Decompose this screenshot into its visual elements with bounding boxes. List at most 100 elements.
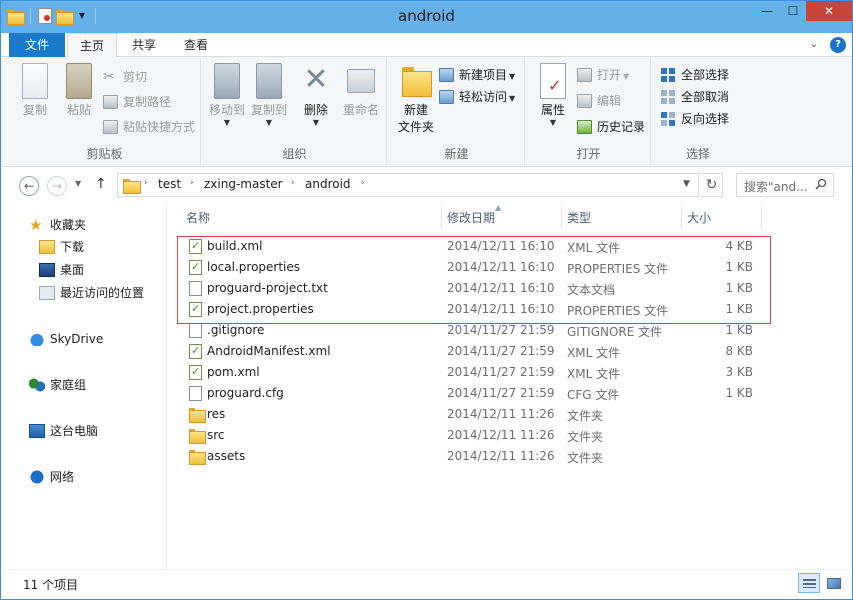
column-divider[interactable] xyxy=(761,205,762,229)
column-header-size[interactable]: 大小 xyxy=(687,209,711,226)
rename-icon xyxy=(347,69,375,93)
nav-item-this-pc[interactable]: 这台电脑 xyxy=(29,421,98,441)
folder-icon xyxy=(189,428,206,444)
breadcrumb-android[interactable]: android xyxy=(305,177,351,191)
tab-file[interactable]: 文件 xyxy=(9,33,65,57)
address-history-chevron-icon[interactable]: ▼ xyxy=(683,179,690,189)
file-type: XML 文件 xyxy=(567,346,621,360)
select-none-button[interactable]: 全部取消 xyxy=(661,87,729,107)
breadcrumb-zxing-master[interactable]: zxing-master xyxy=(204,177,283,191)
history-button[interactable]: 历史记录 xyxy=(577,117,645,137)
table-row[interactable]: pom.xml 2014/11/27 21:59 XML 文件 3 KB xyxy=(177,362,767,383)
column-header-name[interactable]: 名称 xyxy=(186,209,210,226)
tab-view[interactable]: 查看 xyxy=(173,33,219,57)
delete-button[interactable]: ✕ 删除 ▼ xyxy=(299,63,333,128)
group-label-select: 选择 xyxy=(685,147,710,161)
file-date: 2014/11/27 21:59 xyxy=(447,344,555,358)
recent-locations-chevron-icon[interactable]: ▼ xyxy=(75,179,81,188)
paste-shortcut-icon xyxy=(103,120,118,134)
file-size: 3 KB xyxy=(725,365,753,379)
up-arrow-icon[interactable]: ↑ xyxy=(95,176,107,192)
file-list: 名称 ▲ 修改日期 类型 大小 build.xml2014/12/11 16:1… xyxy=(177,203,852,569)
nav-item-skydrive[interactable]: SkyDrive xyxy=(29,329,103,349)
refresh-button[interactable]: ↻ xyxy=(701,173,723,197)
forward-button[interactable]: → xyxy=(47,176,67,196)
maximize-button[interactable]: ☐ xyxy=(780,1,806,21)
file-type: 文件夹 xyxy=(567,430,604,444)
search-box[interactable]: 搜索"and... xyxy=(736,173,834,197)
new-folder-button[interactable]: 新建 文件夹 xyxy=(393,63,439,135)
breadcrumb-chevron-icon[interactable]: › xyxy=(291,178,295,188)
details-view-button[interactable] xyxy=(798,573,820,593)
nav-item-network[interactable]: 网络 xyxy=(29,467,74,487)
address-bar[interactable]: › test › zxing-master › android › xyxy=(117,173,699,197)
column-header-type[interactable]: 类型 xyxy=(567,209,591,226)
open-button[interactable]: 打开 ▼ xyxy=(577,65,629,85)
nav-item-favorites[interactable]: ★ 收藏夹 xyxy=(29,215,86,235)
column-divider[interactable] xyxy=(441,205,442,229)
back-button[interactable]: ← xyxy=(19,176,39,196)
tab-home[interactable]: 主页 xyxy=(67,33,117,58)
table-row[interactable]: AndroidManifest.xml 2014/11/27 21:59 XML 文… xyxy=(177,341,767,362)
title-bar[interactable]: ▼ android — ☐ ✕ xyxy=(1,1,852,33)
edit-button[interactable]: 编辑 xyxy=(577,91,621,111)
group-select: 全部选择 全部取消 反向选择 选择 xyxy=(653,59,743,165)
copy-path-icon xyxy=(103,95,118,109)
close-button[interactable]: ✕ xyxy=(806,1,852,21)
copy-to-icon xyxy=(256,63,282,99)
table-row[interactable]: res 2014/12/11 11:26 文件夹 xyxy=(177,404,767,425)
xml-file-icon xyxy=(189,344,202,359)
paste-button[interactable]: 粘贴 xyxy=(59,63,99,118)
copy-button[interactable]: 复制 xyxy=(15,63,55,118)
file-name: src xyxy=(207,428,225,442)
properties-button[interactable]: 属性 ▼ xyxy=(533,63,573,127)
minimize-button[interactable]: — xyxy=(754,1,780,21)
paste-label: 粘贴 xyxy=(66,103,91,117)
copy-path-button[interactable]: 复制路径 xyxy=(103,92,171,112)
table-row[interactable]: src 2014/12/11 11:26 文件夹 xyxy=(177,425,767,446)
column-divider[interactable] xyxy=(561,205,562,229)
tab-share[interactable]: 共享 xyxy=(121,33,167,57)
move-to-button[interactable]: 移动到 ▼ xyxy=(207,63,247,127)
sort-arrow-icon: ▲ xyxy=(495,203,502,212)
table-row[interactable]: assets 2014/12/11 11:26 文件夹 xyxy=(177,446,767,467)
nav-item-downloads[interactable]: 下载 xyxy=(39,237,84,257)
nav-item-recent[interactable]: 最近访问的位置 xyxy=(39,283,144,303)
new-item-button[interactable]: 新建项目 ▼ xyxy=(439,65,515,85)
delete-label: 删除 xyxy=(303,103,328,117)
xml-file-icon xyxy=(189,365,202,380)
large-icons-view-button[interactable] xyxy=(822,573,844,593)
table-row[interactable]: proguard.cfg 2014/11/27 21:59 CFG 文件 1 KB xyxy=(177,383,767,404)
copy-icon xyxy=(22,63,48,99)
nav-item-desktop[interactable]: 桌面 xyxy=(39,260,84,280)
column-divider[interactable] xyxy=(681,205,682,229)
breadcrumb-chevron-icon[interactable]: › xyxy=(190,178,194,188)
copy-to-button[interactable]: 复制到 ▼ xyxy=(249,63,289,127)
breadcrumb-chevron-icon[interactable]: › xyxy=(361,178,365,188)
file-name: assets xyxy=(207,449,246,463)
file-date: 2014/12/11 11:26 xyxy=(447,428,555,442)
file-date: 2014/11/27 21:59 xyxy=(447,323,555,337)
group-new: 新建 文件夹 新建项目 ▼ 轻松访问 ▼ 新建 xyxy=(389,59,525,165)
invert-selection-button[interactable]: 反向选择 xyxy=(661,109,729,129)
easy-access-button[interactable]: 轻松访问 ▼ xyxy=(439,87,515,107)
select-all-button[interactable]: 全部选择 xyxy=(661,65,729,85)
details-view-icon xyxy=(803,579,816,588)
column-header-date[interactable]: 修改日期 xyxy=(447,209,495,226)
breadcrumb-test[interactable]: test xyxy=(158,177,181,191)
help-icon[interactable]: ? xyxy=(830,37,846,53)
expand-ribbon-icon[interactable]: ⌄ xyxy=(806,37,822,53)
invert-selection-icon xyxy=(661,112,676,126)
paste-shortcut-button[interactable]: 粘贴快捷方式 xyxy=(103,117,195,137)
breadcrumb-chevron-icon[interactable]: › xyxy=(144,178,148,188)
rename-button[interactable]: 重命名 xyxy=(339,63,383,118)
cut-button[interactable]: ✂ 剪切 xyxy=(103,67,147,87)
chevron-down-icon: ▼ xyxy=(549,118,557,127)
ribbon: 复制 粘贴 ✂ 剪切 复制路径 粘贴快捷方式 剪贴板 移动到 ▼ 复制到 ▼ ✕… xyxy=(1,57,852,167)
search-icon[interactable] xyxy=(815,178,827,190)
select-none-label: 全部取消 xyxy=(681,90,730,104)
cloud-icon xyxy=(29,332,45,346)
select-all-icon xyxy=(661,68,676,82)
copy-to-label: 复制到 xyxy=(250,103,287,117)
nav-item-homegroup[interactable]: 家庭组 xyxy=(29,375,86,395)
